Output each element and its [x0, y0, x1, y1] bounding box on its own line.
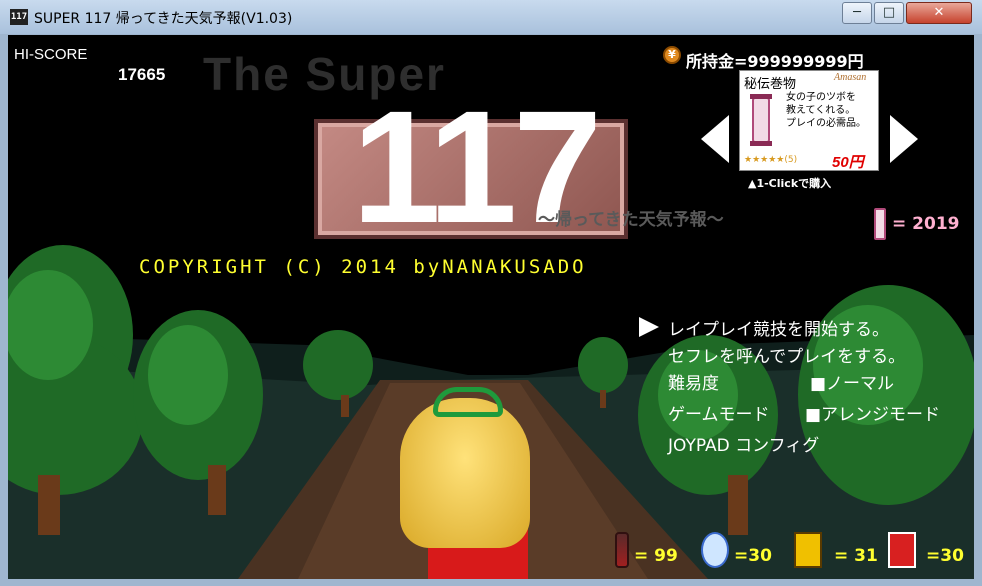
bottle-count: = 99 [634, 546, 678, 566]
scroll-item-icon [750, 94, 772, 146]
app-icon[interactable]: 117 [10, 9, 28, 25]
scroll-count: = 2019 [892, 214, 960, 234]
wing-count: =30 [734, 546, 772, 566]
one-click-buy-button[interactable]: ▲1-Clickで購入 [748, 175, 831, 191]
menu-game-mode[interactable]: ゲームモード [668, 400, 770, 425]
ghost-count: =30 [926, 546, 964, 566]
hi-score-label: HI-SCORE [14, 46, 88, 63]
shop-description-line: 女の子のツボを [786, 92, 856, 103]
shop-brand: Amasan [834, 72, 867, 83]
shop-item-name: 秘伝巻物 [744, 77, 797, 92]
shop-price: 50円 [832, 154, 864, 171]
window-title: SUPER 117 帰ってきた天気予報(V1.03) [34, 11, 293, 27]
copyright-text: COPYRIGHT (C) 2014 byNANAKUSADO [139, 256, 587, 278]
shop-item-card[interactable]: 秘伝巻物 Amasan 女の子のツボを 教えてくれる。 プレイの必需品。 ★★★… [739, 70, 879, 171]
shop-description-line: 教えてくれる。 [786, 105, 856, 116]
menu-start-race[interactable]: レイプレイ競技を開始する。 [668, 315, 889, 340]
rapid-icon [794, 532, 822, 568]
game-screen[interactable]: HI-SCORE 17665 The Super 117 〜帰ってきた天気予報〜… [8, 35, 974, 579]
game-window: 117 SUPER 117 帰ってきた天気予報(V1.03) ─ □ ✕ HI-… [0, 0, 982, 586]
shop-description-line: プレイの必需品。 [786, 118, 866, 129]
coin-icon: ¥ [663, 46, 681, 64]
money-display: 所持金=999999999円 [686, 52, 864, 71]
menu-difficulty[interactable]: 難易度 [668, 369, 719, 394]
shop-prev-arrow-icon[interactable] [701, 115, 729, 163]
menu-cursor-icon [639, 317, 659, 337]
shop-next-arrow-icon[interactable] [890, 115, 918, 163]
hi-score-value: 17665 [118, 65, 166, 84]
menu-call-friend[interactable]: セフレを呼んでプレイをする。 [668, 342, 905, 367]
logo-subtitle: 〜帰ってきた天気予報〜 [538, 210, 724, 230]
maximize-button[interactable]: □ [874, 2, 904, 24]
wing-icon [701, 532, 729, 568]
shop-rating: ★★★★★(5) [744, 155, 798, 165]
bottle-icon [615, 532, 629, 568]
menu-game-mode-value[interactable]: ■アレンジモード [805, 400, 940, 425]
rapid-count: = 31 [834, 546, 878, 566]
close-button[interactable]: ✕ [906, 2, 972, 24]
ghost-icon [888, 532, 916, 568]
scroll-count-icon [874, 208, 886, 240]
menu-joypad-config[interactable]: JOYPAD コンフィグ [668, 431, 819, 456]
shop-description: 女の子のツボを 教えてくれる。 プレイの必需品。 [786, 91, 878, 130]
character-ribbon [433, 387, 503, 417]
character-hair [400, 398, 530, 548]
menu-difficulty-value[interactable]: ■ノーマル [810, 369, 894, 394]
title-bar[interactable]: 117 SUPER 117 帰ってきた天気予報(V1.03) ─ □ ✕ [0, 0, 982, 34]
minimize-button[interactable]: ─ [842, 2, 872, 24]
